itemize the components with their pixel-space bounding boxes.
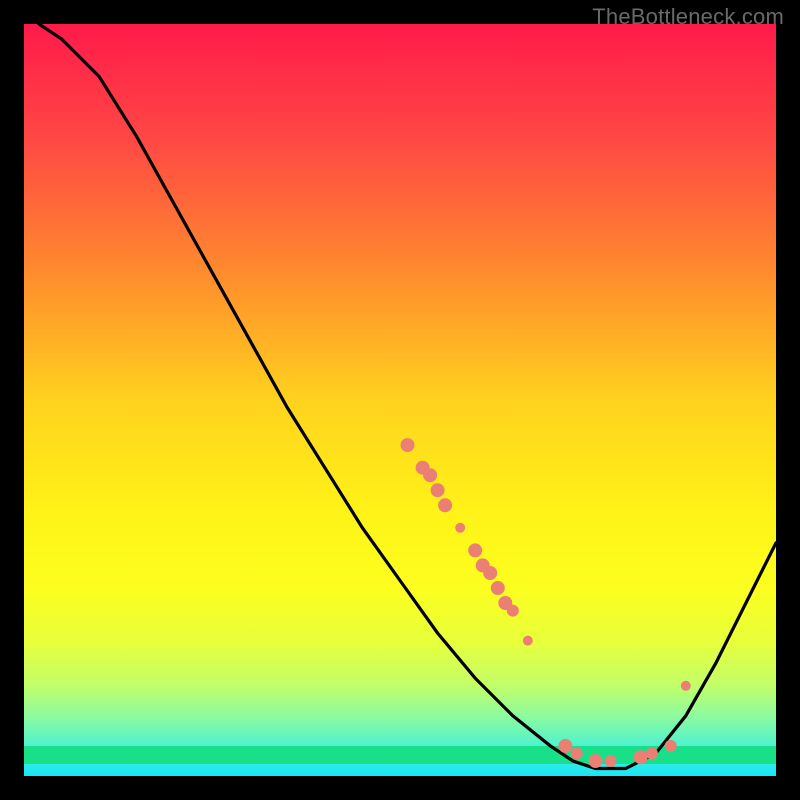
data-point (634, 750, 648, 764)
data-point (401, 438, 415, 452)
data-point (558, 739, 572, 753)
data-point (605, 755, 617, 767)
data-point (681, 681, 691, 691)
chart-container: TheBottleneck.com (0, 0, 800, 800)
data-point (507, 605, 519, 617)
data-point (523, 636, 533, 646)
data-point (571, 747, 583, 759)
watermark-text: TheBottleneck.com (592, 4, 784, 30)
data-point (589, 754, 603, 768)
data-point (423, 468, 437, 482)
bottleneck-chart (0, 0, 800, 800)
data-point (438, 498, 452, 512)
data-point (491, 581, 505, 595)
data-point (455, 523, 465, 533)
data-point (665, 740, 677, 752)
data-point (483, 566, 497, 580)
data-point (646, 747, 658, 759)
data-point (468, 543, 482, 557)
baseline-strip (24, 746, 776, 764)
data-point (431, 483, 445, 497)
